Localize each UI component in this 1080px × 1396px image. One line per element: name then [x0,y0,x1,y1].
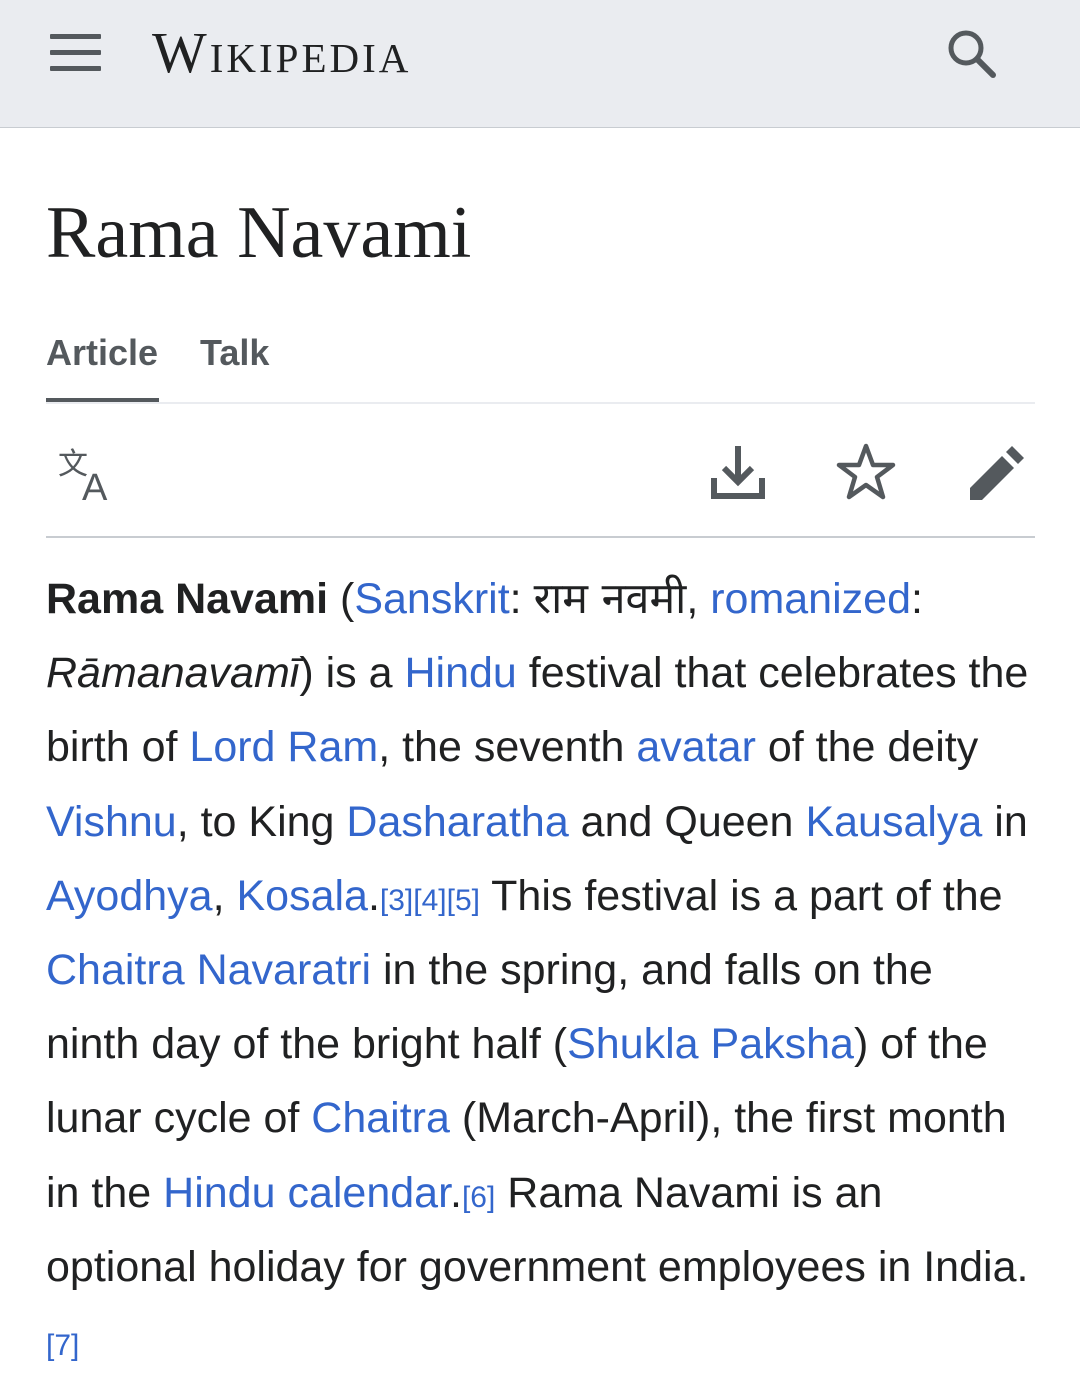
text-run: : [509,575,534,623]
citation-4[interactable]: [4] [413,884,446,917]
text-run: This festival is a part of the [479,871,1003,920]
text-run: , to King [176,797,347,846]
link-chaitra[interactable]: Chaitra [311,1094,450,1142]
tab-article[interactable]: Article [46,328,159,402]
text-run: in [982,797,1028,846]
page-title: Rama Navami [46,192,472,274]
language-icon[interactable]: 文 A [54,440,122,509]
link-avatar[interactable]: avatar [636,723,756,771]
pencil-edit-icon[interactable] [962,440,1030,508]
citation-5[interactable]: [5] [447,884,480,917]
text-run: ) is a [299,649,405,698]
devanagari-name: राम नवमी [533,574,687,624]
text-run: and Queen [568,797,806,846]
text-run: . [367,871,380,920]
hamburger-menu-icon[interactable] [40,22,112,82]
download-icon[interactable] [704,440,772,508]
svg-text:A: A [82,467,108,508]
citation-7[interactable]: [7] [46,1329,79,1362]
link-dasharatha[interactable]: Dasharatha [346,798,568,846]
star-icon[interactable] [832,440,900,508]
page-tabs: Article Talk [46,328,1035,404]
link-vishnu[interactable]: Vishnu [46,798,177,846]
link-ayodhya[interactable]: Ayodhya [46,872,213,920]
article-body: Rama Navami (Sanskrit: राम नवमी, romaniz… [46,562,1031,1378]
link-shukla-paksha[interactable]: Shukla Paksha [567,1020,854,1068]
text-run: of the deity [755,723,979,772]
link-chaitra-navaratri[interactable]: Chaitra Navaratri [46,946,371,994]
text-run: . [450,1168,462,1217]
citation-6[interactable]: [6] [462,1181,495,1214]
link-kausalya[interactable]: Kausalya [805,798,982,846]
lead-paragraph: Rama Navami (Sanskrit: राम नवमी, romaniz… [46,562,1031,1378]
link-sanskrit[interactable]: Sanskrit [354,575,509,623]
text-run: , the seventh [378,723,637,772]
citation-3[interactable]: [3] [380,884,413,917]
tab-talk[interactable]: Talk [200,328,269,400]
link-hindu-calendar[interactable]: Hindu calendar [163,1169,450,1217]
search-icon[interactable] [934,22,1006,82]
link-lord-ram[interactable]: Lord Ram [189,723,378,771]
link-romanized[interactable]: romanized [710,575,911,623]
article-subject: Rama Navami [46,575,329,623]
text-run: , [212,871,237,920]
text-run: : [910,575,923,623]
wikipedia-logo[interactable]: Wikipedia [152,18,411,88]
page-actions-toolbar: 文 A [46,404,1035,538]
top-header: Wikipedia [0,0,1080,128]
link-kosala[interactable]: Kosala [236,872,367,920]
text-run: ( [328,575,355,623]
romanized-term: Rāmanavamī [46,649,300,698]
link-hindu[interactable]: Hindu [404,649,516,697]
text-run: , [686,575,711,623]
